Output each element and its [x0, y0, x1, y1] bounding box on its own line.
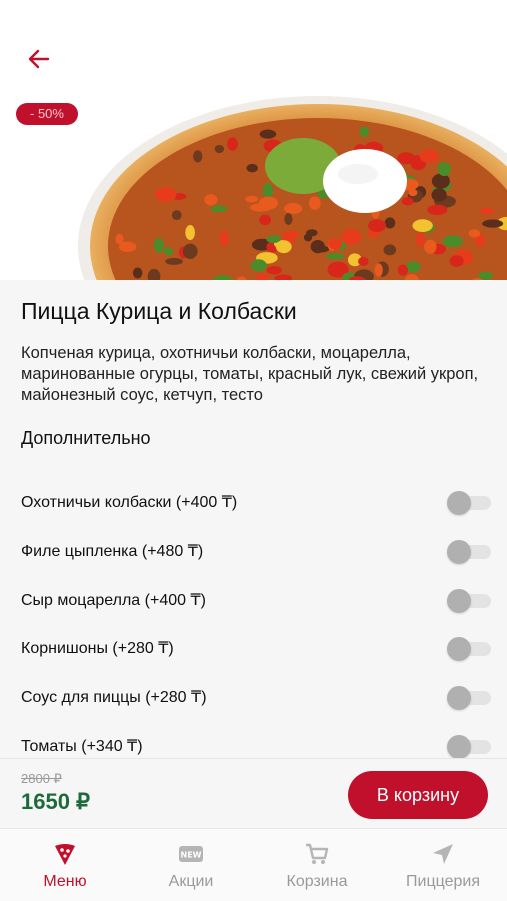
tab-label: Корзина — [286, 873, 348, 890]
extra-toggle[interactable] — [447, 589, 491, 613]
product-header: - 50% — [0, 0, 507, 280]
pizza-topping — [427, 204, 448, 216]
pizza-topping — [325, 253, 346, 260]
pizza-topping — [132, 267, 143, 279]
tab-promos[interactable]: NEW Акции — [128, 829, 254, 901]
pizza-topping — [259, 129, 277, 139]
pizza-topping — [182, 243, 198, 260]
pizza-topping — [431, 188, 447, 202]
extra-toggle[interactable] — [447, 491, 491, 515]
discount-badge: - 50% — [16, 103, 78, 125]
svg-text:NEW: NEW — [181, 851, 202, 860]
pizza-topping — [282, 230, 300, 239]
extra-option-label: Филе цыпленка (+480 ₸) — [21, 543, 204, 560]
pizza-topping — [480, 207, 494, 215]
extra-option-label: Охотничьи колбаски (+400 ₸) — [21, 494, 238, 511]
pizza-topping — [397, 152, 416, 165]
extra-option-chicken: Филе цыпленка (+480 ₸) — [0, 533, 507, 569]
tab-cart[interactable]: Корзина — [254, 829, 380, 901]
extra-option-label: Сыр моцарелла (+400 ₸) — [21, 592, 206, 609]
price-bar: 2800 ₽ 1650 ₽ В корзину — [0, 758, 507, 829]
pizza-topping — [214, 144, 225, 154]
pizza-topping — [341, 229, 362, 245]
pizza-topping — [412, 219, 433, 232]
pizza-topping — [482, 219, 504, 228]
pizza-topping — [153, 237, 164, 253]
product-description: Копченая курица, охотничьи колбаски, моц… — [21, 344, 479, 404]
pizza-topping — [401, 197, 414, 206]
pizza-topping — [250, 259, 267, 272]
pizza-topping — [358, 256, 369, 266]
old-price: 2800 ₽ — [21, 771, 62, 786]
pizza-slice-icon — [55, 844, 75, 865]
pizza-topping — [227, 137, 238, 151]
pizza-topping — [115, 233, 124, 245]
pizza-topping — [219, 231, 230, 246]
extra-toggle[interactable] — [447, 686, 491, 710]
extra-option-pizza-sauce: Соус для пиццы (+280 ₸) — [0, 679, 507, 715]
arrow-left-icon — [28, 49, 50, 69]
pizza-topping — [303, 233, 313, 242]
pizza-topping — [185, 225, 196, 241]
extra-option-label: Корнишоны (+280 ₸) — [21, 640, 174, 657]
location-arrow-icon — [433, 844, 453, 864]
pizza-topping — [171, 210, 182, 221]
pizza-topping — [193, 150, 203, 163]
pizza-topping — [383, 244, 397, 256]
pizza-topping — [437, 162, 451, 177]
pizza-topping — [275, 240, 292, 254]
pizza-topping — [384, 217, 396, 229]
pizza-topping — [283, 203, 303, 214]
pizza-topping — [259, 214, 271, 226]
pizza-topping — [478, 271, 494, 280]
pizza-topping — [310, 239, 325, 254]
pizza-topping — [284, 213, 293, 225]
new-badge-icon: NEW — [179, 846, 203, 862]
back-button[interactable] — [24, 44, 54, 74]
pizza-topping — [245, 195, 259, 203]
tab-label: Меню — [43, 873, 87, 890]
add-to-cart-button[interactable]: В корзину — [348, 771, 488, 819]
pizza-topping — [210, 205, 228, 213]
extras-heading: Дополнительно — [21, 428, 151, 448]
pizza-topping — [328, 238, 343, 250]
pizza-topping — [374, 263, 383, 277]
pizza-topping — [165, 257, 183, 265]
pizza-topping — [308, 196, 321, 211]
pizza-topping — [431, 173, 450, 189]
extra-toggle[interactable] — [447, 540, 491, 564]
pizza-topping — [204, 194, 218, 206]
pizza-topping — [442, 235, 463, 248]
pizza-topping — [249, 203, 272, 212]
pizza-topping — [415, 232, 425, 247]
tab-bar: Меню NEW Акции Корзина Пиццерия — [0, 828, 507, 901]
pizza-topping — [262, 182, 274, 199]
cart-icon — [306, 843, 329, 864]
pizza-topping — [449, 255, 464, 267]
extra-option-mozzarella: Сыр моцарелла (+400 ₸) — [0, 582, 507, 618]
pizza-topping — [468, 229, 481, 238]
pizza-topping — [419, 149, 439, 164]
extra-option-sausages: Охотничьи колбаски (+400 ₸) — [0, 484, 507, 520]
pizza-topping — [397, 264, 408, 276]
extra-toggle[interactable] — [447, 735, 491, 759]
extra-option-label: Томаты (+340 ₸) — [21, 738, 143, 755]
tab-label: Акции — [168, 873, 214, 890]
tab-label: Пиццерия — [406, 873, 480, 890]
extra-option-label: Соус для пиццы (+280 ₸) — [21, 689, 207, 706]
pizza-image — [78, 96, 507, 280]
pizza-topping — [266, 266, 282, 275]
pizza-topping — [359, 126, 370, 138]
pizza-topping — [163, 247, 174, 256]
current-price: 1650 ₽ — [21, 789, 91, 814]
product-title: Пицца Курица и Колбаски — [21, 298, 297, 324]
tab-pizzeria[interactable]: Пиццерия — [380, 829, 506, 901]
tab-menu[interactable]: Меню — [2, 829, 128, 901]
pizza-topping — [424, 239, 437, 254]
pizza-topping — [154, 187, 177, 202]
pizza-topping — [246, 163, 258, 173]
extra-option-gherkins: Корнишоны (+280 ₸) — [0, 630, 507, 666]
pizza-topping — [368, 219, 387, 232]
extra-toggle[interactable] — [447, 637, 491, 661]
